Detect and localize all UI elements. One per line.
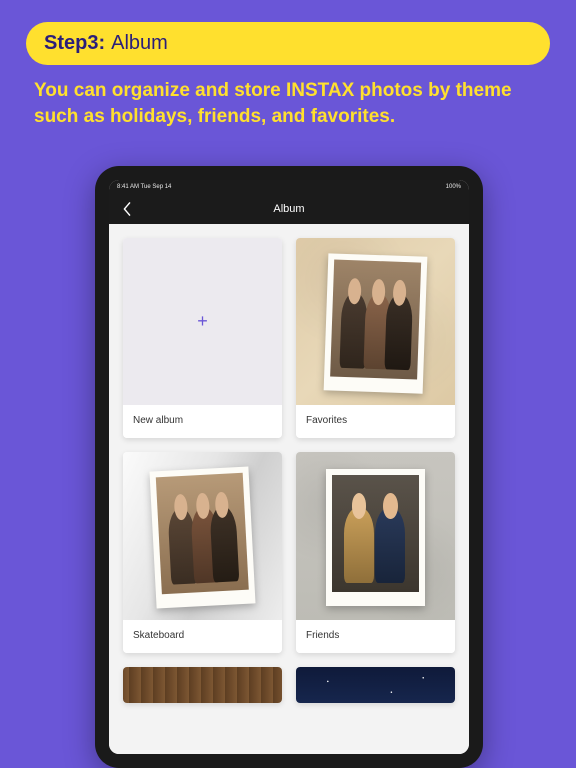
step-description: You can organize and store INSTAX photos…: [34, 78, 542, 129]
album-card-favorites[interactable]: Favorites: [296, 238, 455, 438]
status-bar: 8:41 AM Tue Sep 14 100%: [109, 180, 469, 194]
album-grid: + New album: [109, 224, 469, 754]
back-button[interactable]: [119, 201, 135, 217]
album-card-partial-2[interactable]: [296, 667, 455, 703]
album-card-skateboard[interactable]: Skateboard: [123, 452, 282, 652]
album-thumb-friends: [296, 452, 455, 619]
tablet-device-frame: 8:41 AM Tue Sep 14 100% Album + New albu…: [95, 166, 483, 768]
album-card-partial-1[interactable]: [123, 667, 282, 703]
album-label: New album: [123, 405, 282, 438]
album-thumb-skateboard: [123, 452, 282, 619]
step-banner: Step3: Album: [26, 22, 550, 65]
album-label: Friends: [296, 620, 455, 653]
nav-bar: Album: [109, 194, 469, 224]
album-label: Favorites: [296, 405, 455, 438]
instax-photo: [150, 467, 256, 609]
tablet-screen: 8:41 AM Tue Sep 14 100% Album + New albu…: [109, 180, 469, 754]
plus-icon: +: [197, 311, 208, 332]
status-time: 8:41 AM Tue Sep 14: [117, 184, 171, 190]
album-label: Skateboard: [123, 620, 282, 653]
step-title: Album: [111, 32, 168, 55]
album-thumb-favorites: [296, 238, 455, 405]
album-card-friends[interactable]: Friends: [296, 452, 455, 652]
step-number: Step3:: [44, 32, 105, 55]
instax-photo: [326, 469, 425, 606]
album-thumb-new: +: [123, 238, 282, 405]
album-thumb-stars: [296, 667, 455, 703]
instax-photo: [324, 253, 427, 394]
status-battery: 100%: [446, 184, 461, 190]
album-card-new[interactable]: + New album: [123, 238, 282, 438]
chevron-left-icon: [122, 202, 132, 216]
album-thumb-wood: [123, 667, 282, 703]
page-title: Album: [273, 203, 304, 215]
